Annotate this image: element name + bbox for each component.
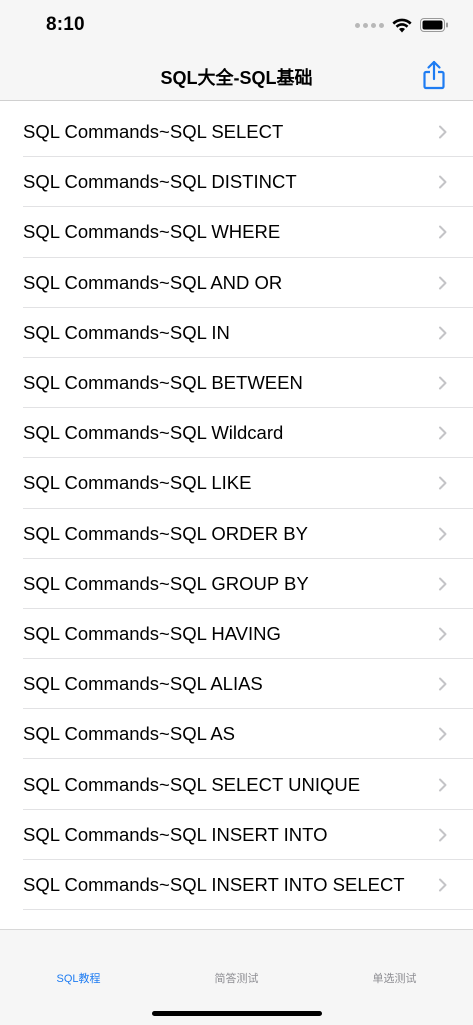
list-item-label: SQL Commands~SQL SELECT — [23, 121, 284, 143]
list-item-label: SQL Commands~SQL AS — [23, 723, 235, 745]
chevron-right-icon — [439, 175, 447, 189]
share-icon — [423, 60, 445, 90]
list-item-label: SQL Commands~SQL ORDER BY — [23, 522, 308, 544]
status-time: 8:10 — [46, 14, 85, 35]
chevron-right-icon — [439, 727, 447, 741]
list-item-label: SQL Commands~SQL WHERE — [23, 221, 281, 243]
list-item-label: SQL Commands~SQL LIKE — [23, 472, 252, 494]
list-item-label: SQL Commands~SQL INSERT INTO — [23, 823, 328, 845]
sql-topic-list: SQL Commands~SQL SELECT SQL Commands~SQL… — [0, 107, 473, 911]
list-item-label: SQL Commands~SQL BETWEEN — [23, 372, 303, 394]
chevron-right-icon — [439, 225, 447, 239]
chevron-right-icon — [439, 778, 447, 792]
list-item[interactable]: SQL Commands~SQL INSERT INTO — [0, 810, 473, 861]
tab-sql-tutorial[interactable]: SQL教程 — [0, 970, 157, 986]
list-item[interactable]: SQL Commands~SQL AND OR — [0, 258, 473, 308]
list-item-label: SQL Commands~SQL DISTINCT — [23, 171, 297, 193]
list-item-label: SQL Commands~SQL INSERT INTO SELECT — [23, 873, 405, 895]
tab-bar: SQL教程 简答测试 单选测试 — [0, 929, 473, 1025]
chevron-right-icon — [439, 577, 447, 591]
list-item-label: SQL Commands~SQL Wildcard — [23, 422, 284, 444]
list-item[interactable]: SQL Commands~SQL ORDER BY — [0, 509, 473, 559]
chevron-right-icon — [439, 326, 447, 340]
home-indicator[interactable] — [152, 1011, 322, 1016]
chevron-right-icon — [439, 677, 447, 691]
list-item-label: SQL Commands~SQL SELECT UNIQUE — [23, 773, 361, 795]
list-item[interactable]: SQL Commands~SQL IN — [0, 308, 473, 359]
chevron-right-icon — [439, 426, 447, 440]
chevron-right-icon — [439, 476, 447, 490]
list-item[interactable]: SQL Commands~SQL GROUP BY — [0, 559, 473, 610]
list-item[interactable]: SQL Commands~SQL SELECT UNIQUE — [0, 759, 473, 810]
status-bar: 8:10 — [0, 0, 473, 54]
list-item[interactable]: SQL Commands~SQL LIKE — [0, 458, 473, 509]
list-item[interactable]: SQL Commands~SQL WHERE — [0, 207, 473, 258]
list-item[interactable]: SQL Commands~SQL AS — [0, 709, 473, 760]
tab-single-choice-test[interactable]: 单选测试 — [316, 970, 473, 986]
list-item-label: SQL Commands~SQL GROUP BY — [23, 572, 309, 594]
page-title: SQL大全-SQL基础 — [160, 68, 313, 88]
chevron-right-icon — [439, 125, 447, 139]
share-button[interactable] — [419, 58, 449, 92]
cellular-signal-icon — [355, 22, 384, 28]
list-item[interactable]: SQL Commands~SQL Wildcard — [0, 408, 473, 459]
wifi-icon — [392, 18, 412, 32]
list-item[interactable]: SQL Commands~SQL BETWEEN — [0, 358, 473, 409]
chevron-right-icon — [439, 627, 447, 641]
list-item[interactable]: SQL Commands~SQL INSERT INTO SELECT — [0, 860, 473, 911]
chevron-right-icon — [439, 276, 447, 290]
list-item[interactable]: SQL Commands~SQL ALIAS — [0, 659, 473, 710]
battery-icon — [420, 18, 448, 32]
chevron-right-icon — [439, 828, 447, 842]
status-indicators — [355, 16, 449, 34]
list-item-label: SQL Commands~SQL ALIAS — [23, 673, 263, 695]
chevron-right-icon — [439, 527, 447, 541]
list-item[interactable]: SQL Commands~SQL HAVING — [0, 609, 473, 660]
tab-short-answer-test[interactable]: 简答测试 — [158, 970, 315, 986]
chevron-right-icon — [439, 878, 447, 892]
list-item[interactable]: SQL Commands~SQL DISTINCT — [0, 157, 473, 208]
list-item-label: SQL Commands~SQL HAVING — [23, 622, 281, 644]
list-item-label: SQL Commands~SQL IN — [23, 321, 230, 343]
list-item[interactable]: SQL Commands~SQL SELECT — [0, 107, 473, 158]
navigation-bar: SQL大全-SQL基础 — [0, 54, 473, 101]
list-item-label: SQL Commands~SQL AND OR — [23, 271, 283, 293]
chevron-right-icon — [439, 376, 447, 390]
